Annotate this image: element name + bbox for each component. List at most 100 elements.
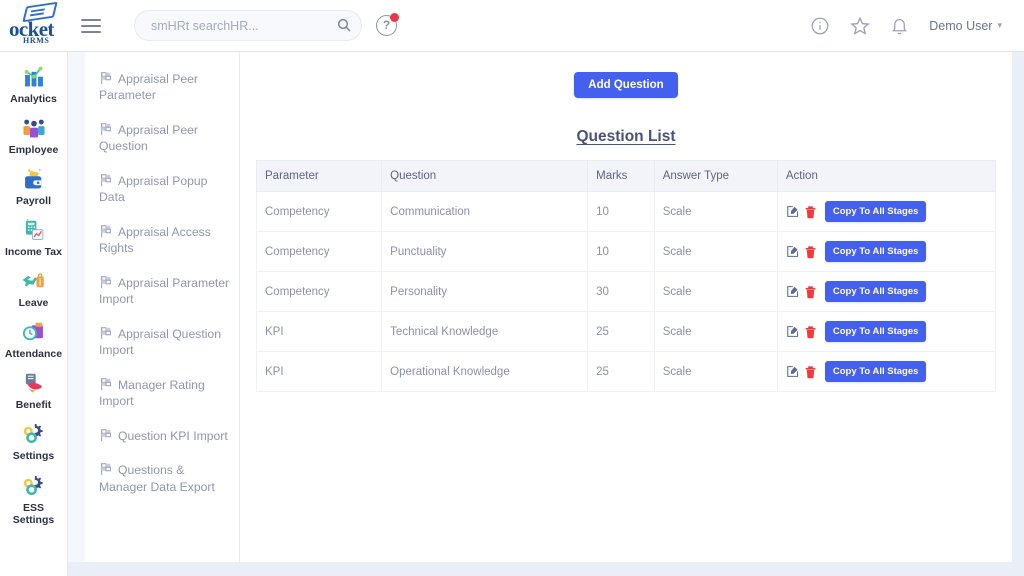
help-circle-icon[interactable]: ?	[376, 13, 399, 36]
column-header-marks: Marks	[587, 160, 655, 192]
trash-icon[interactable]	[804, 285, 817, 299]
copy-to-all-stages-button[interactable]: Copy To All Stages	[824, 201, 927, 222]
edit-icon[interactable]	[786, 285, 799, 298]
sidebar-item-analytics[interactable]: Analytics	[0, 60, 67, 111]
cell-parameter: Competency	[255, 231, 383, 272]
sidebar-item-label: Analytics	[10, 93, 57, 105]
flag-icon	[101, 225, 111, 237]
sidebar-item-settings[interactable]: Settings	[0, 417, 67, 468]
cell-parameter: KPI	[255, 351, 383, 392]
edit-icon[interactable]	[786, 325, 799, 338]
column-header-action: Action	[776, 160, 997, 192]
star-icon[interactable]	[850, 16, 871, 36]
table-row: Competency Communication 10 Scale Copy T…	[255, 191, 997, 232]
cell-marks: 10	[587, 191, 655, 232]
cell-question: Personality	[381, 271, 589, 312]
submenu-panel: Appraisal Peer Parameter Appraisal Peer …	[85, 52, 240, 562]
sidebar-item-ess-settings[interactable]: ESS Settings	[0, 469, 67, 532]
flag-icon	[101, 463, 111, 476]
bell-icon[interactable]	[890, 16, 909, 36]
settings-icon	[23, 424, 43, 444]
menu-item-appraisal-question-import[interactable]: Appraisal Question Import	[85, 317, 239, 368]
flag-icon	[101, 428, 111, 441]
search-container	[134, 10, 362, 41]
cell-action: Copy To All Stages	[776, 191, 997, 232]
menu-item-appraisal-peer-question[interactable]: Appraisal Peer Question	[85, 113, 239, 164]
menu-item-appraisal-parameter-import[interactable]: Appraisal Parameter Import	[85, 266, 239, 317]
sidebar-item-attendance[interactable]: Attendance	[0, 315, 67, 366]
flag-icon	[101, 123, 111, 136]
table-row: KPI Technical Knowledge 25 Scale Copy To…	[255, 311, 997, 352]
icon-sidebar: Analytics Employee Payroll Income Tax Le…	[0, 52, 68, 576]
sidebar-item-label: Payroll	[15, 195, 52, 208]
sidebar-item-label: Leave	[18, 297, 49, 310]
cell-marks: 25	[587, 311, 655, 352]
logo[interactable]: ocket HRMS	[0, 1, 68, 49]
chevron-down-icon: ▾	[997, 20, 1002, 30]
column-header-parameter: Parameter	[255, 160, 383, 192]
cell-marks: 25	[587, 351, 655, 392]
copy-to-all-stages-button[interactable]: Copy To All Stages	[824, 281, 927, 302]
cell-answer-type: Scale	[653, 351, 778, 392]
table-head: Parameter Question Marks Answer Type Act…	[255, 160, 997, 192]
ess-settings-icon	[23, 475, 43, 495]
cell-action: Copy To All Stages	[776, 311, 997, 352]
question-table: Parameter Question Marks Answer Type Act…	[255, 160, 997, 392]
app-root: ocket HRMS ? D	[0, 0, 1024, 576]
edit-icon[interactable]	[786, 245, 799, 258]
trash-icon[interactable]	[804, 365, 817, 379]
main-content: Add Question Question List Parameter Que…	[240, 52, 1012, 562]
cell-marks: 10	[587, 231, 655, 272]
flag-icon	[101, 326, 111, 339]
menu-item-question-kpi-import[interactable]: Question KPI Import	[85, 419, 239, 453]
user-menu[interactable]: Demo User ▾	[929, 19, 1002, 33]
search-input[interactable]	[134, 10, 362, 41]
sidebar-item-leave[interactable]: Leave	[0, 264, 67, 315]
copy-to-all-stages-button[interactable]: Copy To All Stages	[824, 241, 927, 262]
analytics-icon	[24, 66, 43, 87]
flag-icon	[101, 377, 111, 390]
trash-icon[interactable]	[804, 245, 817, 259]
trash-icon[interactable]	[804, 325, 817, 339]
menu-item-label: Appraisal Question Import	[99, 326, 221, 358]
edit-icon[interactable]	[786, 205, 799, 218]
payroll-icon	[24, 168, 41, 189]
sidebar-item-label: Income Tax	[5, 246, 62, 259]
sidebar-item-benefit[interactable]: Benefit	[0, 366, 67, 417]
sidebar-item-payroll[interactable]: Payroll	[0, 162, 67, 213]
submenu-backdrop: Appraisal Peer Parameter Appraisal Peer …	[68, 52, 240, 562]
menu-item-label: Appraisal Popup Data	[99, 173, 208, 205]
search-icon[interactable]	[336, 17, 352, 33]
cell-parameter: Competency	[255, 271, 383, 312]
sidebar-item-label: Employee	[8, 144, 59, 157]
menu-item-appraisal-popup-data[interactable]: Appraisal Popup Data	[85, 164, 239, 215]
copy-to-all-stages-button[interactable]: Copy To All Stages	[824, 321, 927, 342]
hamburger-icon[interactable]	[76, 15, 106, 37]
add-question-button[interactable]: Add Question	[574, 72, 678, 98]
question-table-container: Parameter Question Marks Answer Type Act…	[255, 160, 997, 392]
flag-icon	[101, 275, 111, 288]
edit-icon[interactable]	[786, 365, 799, 378]
cell-action: Copy To All Stages	[776, 351, 997, 392]
sidebar-item-income-tax[interactable]: Income Tax	[0, 213, 67, 264]
sidebar-item-employee[interactable]: Employee	[0, 111, 67, 162]
sidebar-item-label: Settings	[12, 450, 55, 463]
menu-item-label: Questions & Manager Data Export	[99, 463, 215, 494]
table-row: Competency Personality 30 Scale Copy To …	[255, 271, 997, 312]
benefit-icon	[25, 374, 42, 393]
column-header-answer-type: Answer Type	[653, 160, 778, 192]
menu-item-appraisal-peer-parameter[interactable]: Appraisal Peer Parameter	[85, 62, 239, 113]
cell-parameter: KPI	[255, 311, 383, 352]
cell-question: Communication	[381, 191, 589, 232]
menu-item-manager-rating-import[interactable]: Manager Rating Import	[85, 368, 239, 419]
menu-item-questions-manager-data-export[interactable]: Questions & Manager Data Export	[85, 453, 239, 504]
attendance-icon	[22, 323, 43, 341]
copy-to-all-stages-button[interactable]: Copy To All Stages	[824, 361, 927, 382]
info-circle-icon[interactable]	[810, 16, 830, 36]
table-body: Competency Communication 10 Scale Copy T…	[255, 191, 997, 392]
menu-item-appraisal-access-rights[interactable]: Appraisal Access Rights	[85, 215, 239, 266]
employee-icon	[22, 119, 45, 138]
trash-icon[interactable]	[804, 205, 817, 219]
flag-icon	[101, 72, 111, 85]
menu-item-label: Manager Rating Import	[99, 377, 205, 409]
